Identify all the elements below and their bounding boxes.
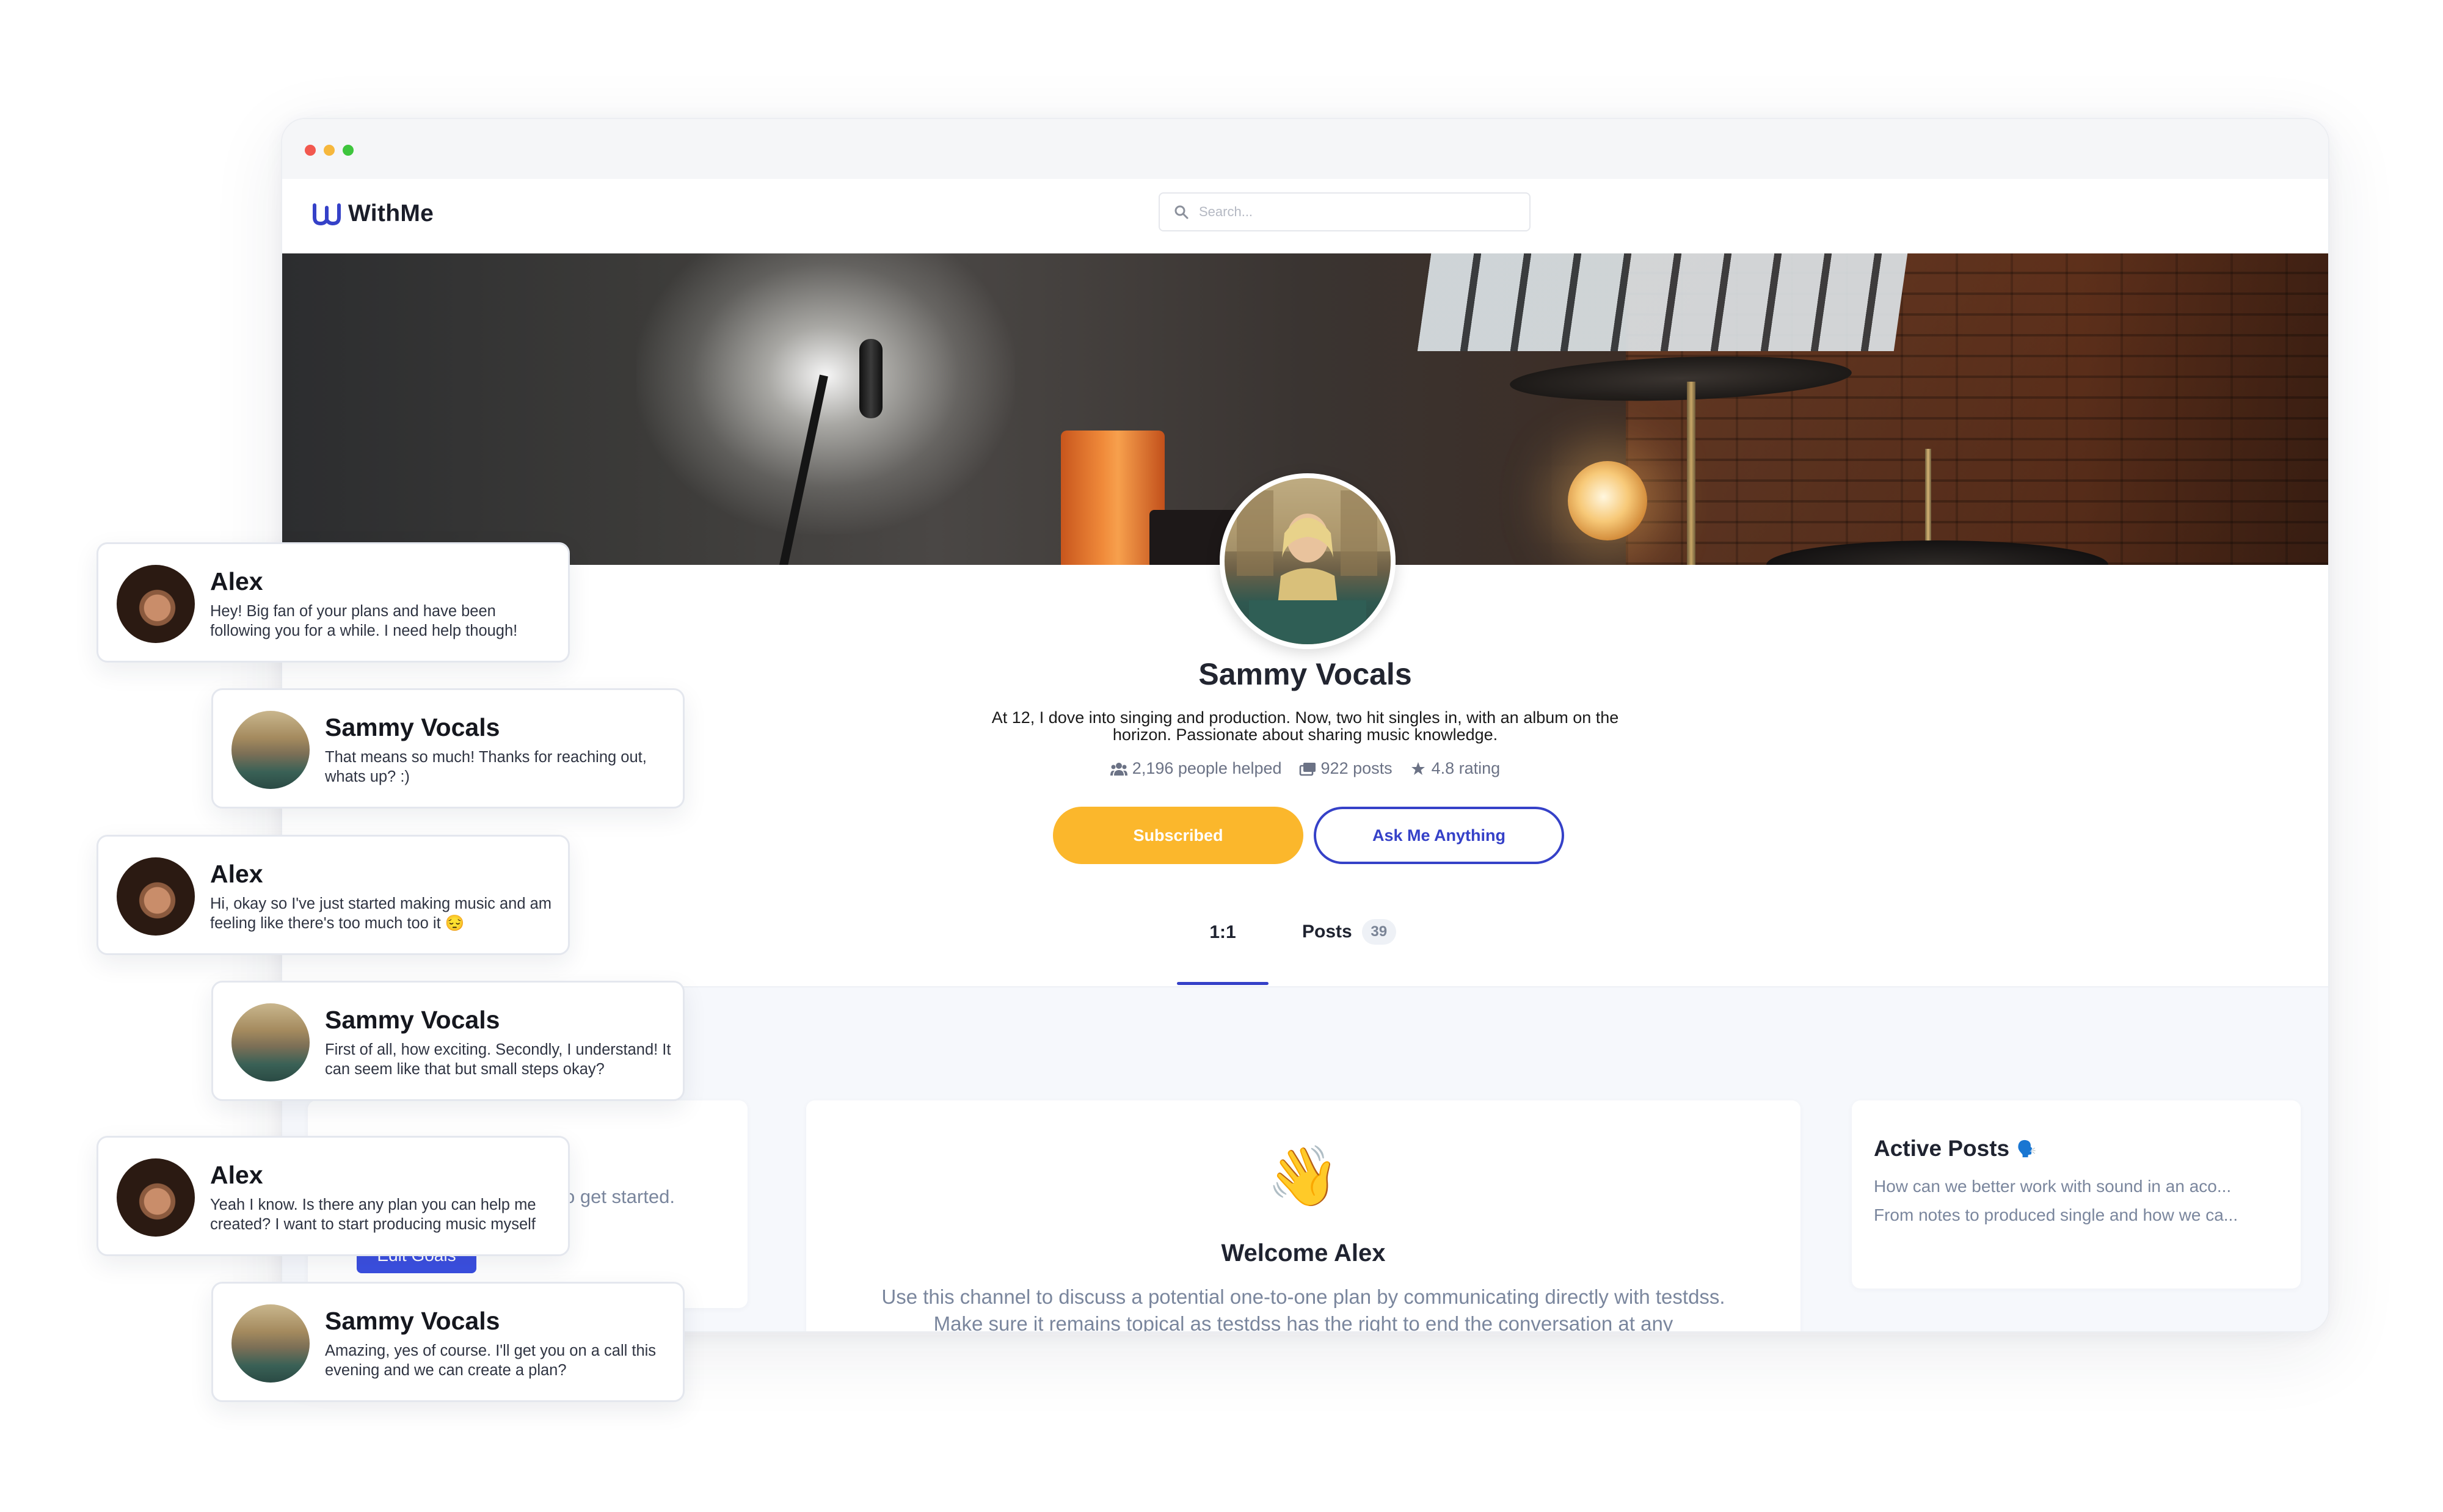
chat-sender-name: Alex <box>210 1161 263 1189</box>
profile-name: Sammy Vocals <box>1198 657 1412 691</box>
stat-posts: 922 posts <box>1299 759 1393 778</box>
chat-sender-name: Alex <box>210 860 263 888</box>
goals-hint-text: o get started. <box>564 1186 675 1207</box>
brand-logo[interactable]: WithMe <box>313 200 434 227</box>
alex-avatar <box>117 857 195 936</box>
welcome-description: Use this channel to discuss a potential … <box>881 1285 1725 1332</box>
alex-avatar <box>117 565 195 643</box>
chat-sender-name: Sammy Vocals <box>325 1006 500 1034</box>
profile-tabs: 1:1 Posts 39 <box>282 889 2328 986</box>
chat-message-sammy: Sammy Vocals Amazing, yes of course. I'l… <box>211 1282 685 1402</box>
chat-message-alex: Alex Hey! Big fan of your plans and have… <box>96 542 570 663</box>
star-icon <box>1411 761 1425 775</box>
sammy-avatar <box>231 1304 310 1383</box>
stat-people-helped: 2,196 people helped <box>1110 759 1282 778</box>
active-post-link[interactable]: From notes to produced single and how we… <box>1874 1205 2238 1225</box>
chat-message-text: Amazing, yes of course. I'll get you on … <box>325 1342 657 1379</box>
chat-message-text: Hey! Big fan of your plans and have been… <box>210 603 518 639</box>
chat-message-text: Hi, okay so I've just started making mus… <box>210 895 552 932</box>
profile-bio: At 12, I dove into singing and productio… <box>991 708 1619 744</box>
sammy-avatar <box>231 711 310 789</box>
welcome-title: Welcome Alex <box>1221 1240 1386 1267</box>
chat-message-alex: Alex Hi, okay so I've just started makin… <box>96 835 570 955</box>
minimize-window-dot[interactable] <box>324 145 335 156</box>
creator-portrait <box>1225 478 1391 644</box>
chat-sender-name: Sammy Vocals <box>325 1307 500 1335</box>
maximize-window-dot[interactable] <box>343 145 354 156</box>
sammy-avatar <box>231 1003 310 1081</box>
chat-sender-name: Sammy Vocals <box>325 713 500 741</box>
tab-one-on-one[interactable]: 1:1 <box>1177 922 1269 943</box>
microphone <box>859 339 883 418</box>
search-input[interactable] <box>1198 203 1518 220</box>
chat-sender-name: Alex <box>210 567 263 595</box>
stat-rating: 4.8 rating <box>1410 759 1500 778</box>
chat-message-sammy: Sammy Vocals First of all, how exciting.… <box>211 981 685 1101</box>
studio-window <box>1417 253 1908 351</box>
brand-name: WithMe <box>348 200 434 227</box>
subscribed-button[interactable]: Subscribed <box>1053 807 1303 864</box>
welcome-card: 👋 Welcome Alex Use this channel to discu… <box>806 1100 1800 1332</box>
search-bar[interactable] <box>1159 192 1531 231</box>
top-navbar: WithMe <box>282 179 2328 253</box>
withme-logo-icon <box>313 203 341 226</box>
posts-count-badge: 39 <box>1361 919 1396 945</box>
tab-posts-label: Posts <box>1302 921 1352 942</box>
people-icon <box>1110 762 1127 776</box>
spotlight <box>636 253 1015 534</box>
cymbal-stand <box>1687 382 1695 565</box>
active-tab-indicator <box>1177 982 1269 985</box>
chat-message-alex: Alex Yeah I know. Is there any plan you … <box>96 1136 570 1256</box>
chat-message-text: That means so much! Thanks for reaching … <box>325 749 647 785</box>
window-titlebar <box>282 119 2328 179</box>
chat-message-text: First of all, how exciting. Secondly, I … <box>325 1041 671 1078</box>
posts-icon <box>1299 762 1316 776</box>
search-icon <box>1174 205 1189 219</box>
active-post-link[interactable]: How can we better work with sound in an … <box>1874 1177 2231 1196</box>
active-posts-card: Active Posts 🗣️ How can we better work w… <box>1852 1100 2301 1288</box>
close-window-dot[interactable] <box>305 145 316 156</box>
globe-lamp <box>1568 461 1647 540</box>
profile-avatar <box>1220 473 1396 649</box>
chat-message-text: Yeah I know. Is there any plan you can h… <box>210 1196 536 1233</box>
waving-hand-icon: 👋 <box>1267 1144 1340 1209</box>
tab-posts[interactable]: Posts 39 <box>1302 919 1396 945</box>
chat-message-sammy: Sammy Vocals That means so much! Thanks … <box>211 688 685 809</box>
ask-me-anything-button[interactable]: Ask Me Anything <box>1314 807 1564 864</box>
active-posts-title: Active Posts 🗣️ <box>1874 1136 2037 1161</box>
alex-avatar <box>117 1158 195 1237</box>
speaking-head-icon: 🗣️ <box>2017 1139 2037 1158</box>
